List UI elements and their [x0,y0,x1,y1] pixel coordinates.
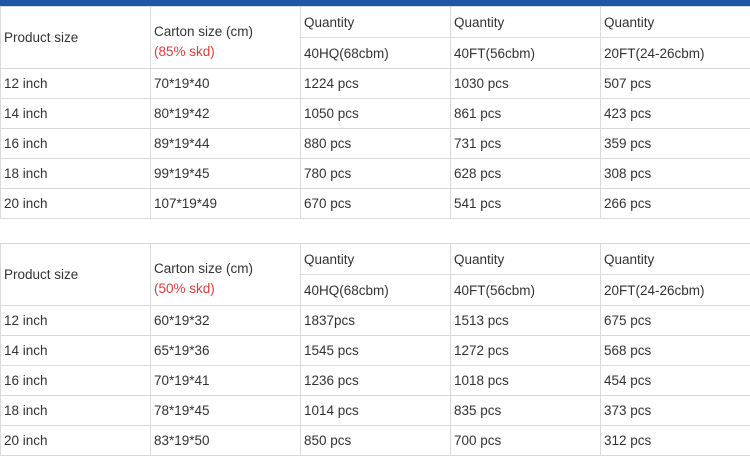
cell-qty-40ft: 628 pcs [450,158,601,189]
cell-qty-40hq: 780 pcs [300,158,451,189]
header-quantity: Quantity [450,6,601,38]
carton-size-label: Carton size (cm) [154,24,254,39]
cell-qty-40ft: 1018 pcs [450,365,601,396]
cell-qty-40hq: 1545 pcs [300,335,451,366]
table-row: 14 inch 65*19*36 1545 pcs 1272 pcs 568 p… [0,335,750,366]
header-carton-size: Carton size (cm) (50% skd) [150,243,301,306]
cell-carton-size: 89*19*44 [150,128,301,159]
cell-product-size: 18 inch [0,158,151,189]
header-container-40hq: 40HQ(68cbm) [300,37,451,69]
cell-qty-20ft: 359 pcs [600,128,750,159]
table-row: 20 inch 83*19*50 850 pcs 700 pcs 312 pcs [0,425,750,456]
cell-qty-20ft: 373 pcs [600,395,750,426]
cell-qty-40hq: 1224 pcs [300,68,451,99]
cell-qty-20ft: 454 pcs [600,365,750,396]
header-quantity: Quantity [600,6,750,38]
cell-qty-40ft: 1030 pcs [450,68,601,99]
cell-qty-40ft: 1513 pcs [450,305,601,336]
table-row: 16 inch 70*19*41 1236 pcs 1018 pcs 454 p… [0,365,750,396]
cell-qty-40hq: 1236 pcs [300,365,451,396]
cell-carton-size: 107*19*49 [150,188,301,219]
cell-product-size: 20 inch [0,425,151,456]
cell-qty-40hq: 1014 pcs [300,395,451,426]
cell-product-size: 16 inch [0,128,151,159]
table-row: 16 inch 89*19*44 880 pcs 731 pcs 359 pcs [0,128,750,159]
cell-product-size: 18 inch [0,395,151,426]
header-quantity: Quantity [600,243,750,275]
header-product-size: Product size [0,243,151,306]
header-container-20ft: 20FT(24-26cbm) [600,37,750,69]
cell-qty-40ft: 731 pcs [450,128,601,159]
cell-product-size: 14 inch [0,98,151,129]
carton-skd-note: (85% skd) [154,44,215,59]
cell-qty-40ft: 541 pcs [450,188,601,219]
cell-carton-size: 70*19*40 [150,68,301,99]
cell-carton-size: 70*19*41 [150,365,301,396]
cell-qty-40hq: 1837pcs [300,305,451,336]
cell-qty-20ft: 507 pcs [600,68,750,99]
header-product-size: Product size [0,6,151,69]
cell-qty-40hq: 1050 pcs [300,98,451,129]
header-quantity: Quantity [450,243,601,275]
header-quantity: Quantity [300,6,451,38]
packing-table-50-skd: Product size Carton size (cm) (50% skd) … [0,243,750,456]
carton-skd-note: (50% skd) [154,281,215,296]
carton-size-label: Carton size (cm) [154,261,254,276]
cell-product-size: 12 inch [0,68,151,99]
cell-product-size: 20 inch [0,188,151,219]
table-row: 12 inch 60*19*32 1837pcs 1513 pcs 675 pc… [0,305,750,336]
cell-qty-20ft: 266 pcs [600,188,750,219]
header-carton-size: Carton size (cm) (85% skd) [150,6,301,69]
header-quantity: Quantity [300,243,451,275]
cell-carton-size: 80*19*42 [150,98,301,129]
cell-qty-40ft: 835 pcs [450,395,601,426]
cell-qty-40hq: 850 pcs [300,425,451,456]
packing-table-85-skd: Product size Carton size (cm) (85% skd) … [0,6,750,219]
table-row: 18 inch 78*19*45 1014 pcs 835 pcs 373 pc… [0,395,750,426]
cell-qty-40hq: 670 pcs [300,188,451,219]
cell-carton-size: 65*19*36 [150,335,301,366]
header-container-40ft: 40FT(56cbm) [450,37,601,69]
cell-product-size: 12 inch [0,305,151,336]
cell-product-size: 16 inch [0,365,151,396]
table-row: 14 inch 80*19*42 1050 pcs 861 pcs 423 pc… [0,98,750,129]
cell-qty-20ft: 312 pcs [600,425,750,456]
cell-qty-20ft: 675 pcs [600,305,750,336]
cell-qty-20ft: 423 pcs [600,98,750,129]
cell-carton-size: 99*19*45 [150,158,301,189]
header-container-40hq: 40HQ(68cbm) [300,274,451,306]
table-row: 20 inch 107*19*49 670 pcs 541 pcs 266 pc… [0,188,750,219]
cell-qty-40ft: 1272 pcs [450,335,601,366]
cell-qty-40hq: 880 pcs [300,128,451,159]
cell-product-size: 14 inch [0,335,151,366]
cell-carton-size: 78*19*45 [150,395,301,426]
header-container-20ft: 20FT(24-26cbm) [600,274,750,306]
cell-qty-20ft: 568 pcs [600,335,750,366]
cell-carton-size: 83*19*50 [150,425,301,456]
cell-qty-40ft: 861 pcs [450,98,601,129]
table-row: 12 inch 70*19*40 1224 pcs 1030 pcs 507 p… [0,68,750,99]
table-row: 18 inch 99*19*45 780 pcs 628 pcs 308 pcs [0,158,750,189]
cell-qty-40ft: 700 pcs [450,425,601,456]
cell-carton-size: 60*19*32 [150,305,301,336]
cell-qty-20ft: 308 pcs [600,158,750,189]
header-container-40ft: 40FT(56cbm) [450,274,601,306]
